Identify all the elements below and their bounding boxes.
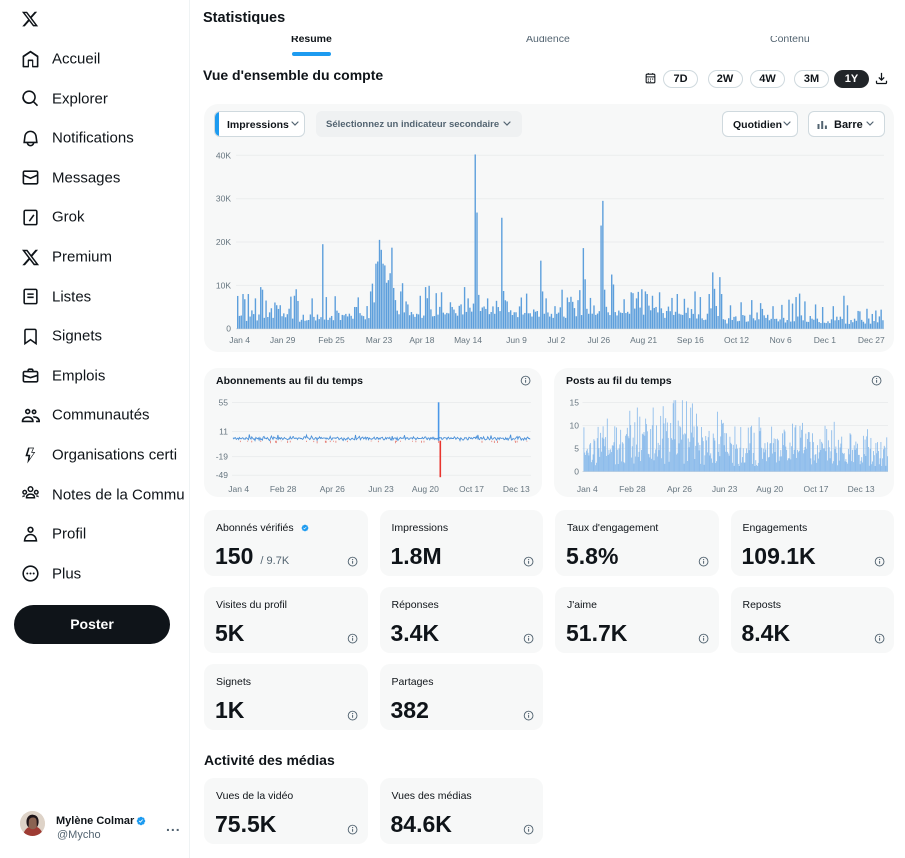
svg-text:-19: -19 [216,452,229,462]
svg-text:Jun 23: Jun 23 [712,484,738,494]
svg-text:Oct 17: Oct 17 [803,484,828,494]
svg-text:55: 55 [219,398,229,408]
svg-text:10: 10 [570,421,580,431]
svg-text:Jun 23: Jun 23 [368,484,394,494]
svg-text:Apr 26: Apr 26 [667,484,692,494]
svg-text:Dec 13: Dec 13 [848,484,875,494]
svg-text:-49: -49 [216,470,229,480]
svg-text:Aug 20: Aug 20 [756,484,783,494]
svg-text:0: 0 [574,467,579,477]
svg-text:Feb 28: Feb 28 [270,484,297,494]
svg-text:Oct 17: Oct 17 [459,484,484,494]
svg-text:Jan 4: Jan 4 [228,484,249,494]
svg-text:Aug 20: Aug 20 [412,484,439,494]
svg-text:Apr 26: Apr 26 [320,484,345,494]
svg-text:Feb 28: Feb 28 [619,484,646,494]
svg-text:11: 11 [219,427,228,437]
svg-text:Jan 4: Jan 4 [577,484,598,494]
svg-text:Dec 13: Dec 13 [503,484,530,494]
svg-text:15: 15 [570,398,580,408]
svg-text:5: 5 [574,444,579,454]
